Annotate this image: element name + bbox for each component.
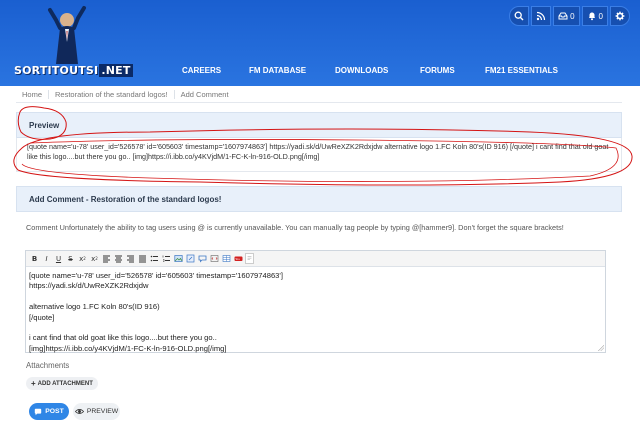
inbox-icon <box>558 12 568 20</box>
source-icon[interactable] <box>245 253 254 264</box>
logo-figure-icon <box>48 6 86 64</box>
rss-icon <box>536 11 546 21</box>
preview-heading: Preview <box>16 112 622 138</box>
svg-text:You: You <box>235 257 240 261</box>
preview-label: PREVIEW <box>86 408 119 415</box>
post-button[interactable]: POST <box>29 403 69 420</box>
settings-button[interactable] <box>610 6 630 26</box>
speech-bubble-icon <box>35 408 42 415</box>
user-toolbar: 0 0 <box>509 6 630 26</box>
link-icon[interactable] <box>185 253 196 264</box>
bold-icon[interactable]: B <box>29 253 40 264</box>
preview-button[interactable]: PREVIEW <box>73 403 120 420</box>
nav-careers[interactable]: CAREERS <box>182 66 221 75</box>
breadcrumb-home[interactable]: Home <box>16 90 48 99</box>
breadcrumb: Home Restoration of the standard logos! … <box>16 86 622 103</box>
nav-fm-database[interactable]: FM DATABASE <box>249 66 306 75</box>
align-right-icon[interactable] <box>125 253 136 264</box>
search-button[interactable] <box>509 6 530 26</box>
superscript-icon[interactable]: x2 <box>89 253 100 264</box>
image-icon[interactable] <box>173 253 184 264</box>
breadcrumb-topic[interactable]: Restoration of the standard logos! <box>48 89 174 99</box>
bullet-list-icon[interactable] <box>149 253 160 264</box>
resize-grip-icon[interactable] <box>598 345 604 351</box>
italic-icon[interactable]: I <box>41 253 52 264</box>
comment-textarea[interactable]: [quote name='u-78' user_id='526578' id='… <box>26 267 605 358</box>
eye-icon <box>74 409 84 414</box>
main-nav: CAREERS FM DATABASE DOWNLOADS FORUMS FM2… <box>0 66 640 80</box>
justify-icon[interactable] <box>137 253 148 264</box>
bell-icon <box>588 12 595 21</box>
strikethrough-icon[interactable]: S <box>65 253 76 264</box>
comment-info-text: Comment Unfortunately the ability to tag… <box>26 223 564 232</box>
add-comment-heading: Add Comment - Restoration of the standar… <box>16 186 622 212</box>
youtube-icon[interactable]: You <box>233 253 244 264</box>
editor-toolbar: B I U S x2 x2 You <box>26 251 605 267</box>
subscript-icon[interactable]: x2 <box>77 253 88 264</box>
add-attachment-label: ADD ATTACHMENT <box>37 380 93 387</box>
table-icon[interactable] <box>221 253 232 264</box>
breadcrumb-current: Add Comment <box>173 89 235 99</box>
inbox-button[interactable]: 0 <box>553 6 580 26</box>
add-attachment-button[interactable]: + ADD ATTACHMENT <box>26 377 98 390</box>
quote-icon[interactable] <box>197 253 208 264</box>
align-center-icon[interactable] <box>113 253 124 264</box>
search-icon <box>514 11 524 21</box>
post-label: POST <box>45 408 64 415</box>
attachments-label: Attachments <box>26 361 70 370</box>
numbered-list-icon[interactable] <box>161 253 172 264</box>
inbox-count: 0 <box>570 11 575 21</box>
site-header: SORTITOUTSI .NET CAREERS FM DATABASE DOWN… <box>0 0 640 86</box>
alerts-count: 0 <box>598 11 603 21</box>
align-left-icon[interactable] <box>101 253 112 264</box>
nav-downloads[interactable]: DOWNLOADS <box>335 66 388 75</box>
comment-editor[interactable]: B I U S x2 x2 You [quote name='u-78' use… <box>25 250 606 353</box>
plus-icon: + <box>31 378 36 388</box>
nav-forums[interactable]: FORUMS <box>420 66 455 75</box>
underline-icon[interactable]: U <box>53 253 64 264</box>
preview-content: [quote name='u-78' user_id='526578' id='… <box>16 138 622 172</box>
gear-icon <box>615 11 625 21</box>
code-icon[interactable] <box>209 253 220 264</box>
notifications-button[interactable]: 0 <box>581 6 608 26</box>
nav-fm21-essentials[interactable]: FM21 ESSENTIALS <box>485 66 558 75</box>
rss-button[interactable] <box>531 6 552 26</box>
